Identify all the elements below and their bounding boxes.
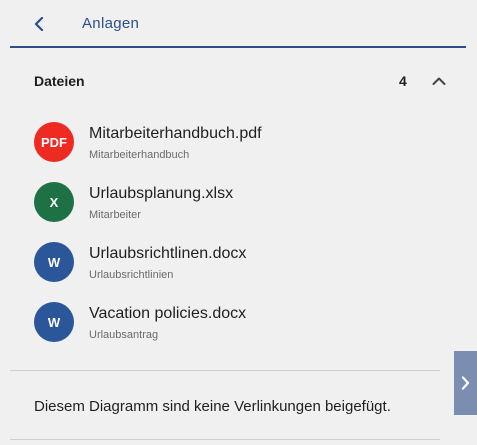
no-links-message: Diesem Diagramm sind keine Verlinkungen … xyxy=(34,398,391,415)
divider xyxy=(10,439,440,440)
file-item[interactable]: PDF Mitarbeiterhandbuch.pdf Mitarbeiterh… xyxy=(34,114,444,174)
excel-file-icon: X xyxy=(34,182,74,222)
file-name: Mitarbeiterhandbuch.pdf xyxy=(89,125,262,142)
back-button[interactable] xyxy=(28,12,50,36)
file-item[interactable]: X Urlaubsplanung.xlsx Mitarbeiter xyxy=(34,174,444,234)
file-subtitle: Mitarbeiter xyxy=(89,209,141,221)
divider xyxy=(10,370,440,371)
word-file-icon: W xyxy=(34,302,74,342)
word-file-icon: W xyxy=(34,242,74,282)
files-section-header[interactable]: Dateien 4 xyxy=(10,62,466,98)
file-count: 4 xyxy=(399,73,407,89)
pdf-file-icon: PDF xyxy=(34,122,74,162)
file-subtitle: Urlaubsantrag xyxy=(89,329,159,341)
file-subtitle: Mitarbeiterhandbuch xyxy=(89,149,190,161)
expand-panel-button[interactable] xyxy=(454,351,477,415)
chevron-right-icon xyxy=(461,376,470,390)
chevron-left-icon xyxy=(34,17,44,31)
panel-header: Anlagen xyxy=(10,0,466,48)
collapse-button[interactable] xyxy=(428,70,450,92)
chevron-up-icon xyxy=(432,77,446,85)
file-item[interactable]: W Vacation policies.docx Urlaubsantrag xyxy=(34,294,444,354)
file-subtitle: Urlaubsrichtlinien xyxy=(89,269,174,281)
section-title: Dateien xyxy=(34,73,85,89)
file-name: Vacation policies.docx xyxy=(89,305,247,322)
file-name: Urlaubsplanung.xlsx xyxy=(89,185,234,202)
page-title: Anlagen xyxy=(82,15,140,32)
file-item[interactable]: W Urlaubsrichtlinen.docx Urlaubsrichtlin… xyxy=(34,234,444,294)
file-list: PDF Mitarbeiterhandbuch.pdf Mitarbeiterh… xyxy=(34,114,444,354)
file-name: Urlaubsrichtlinen.docx xyxy=(89,245,247,262)
